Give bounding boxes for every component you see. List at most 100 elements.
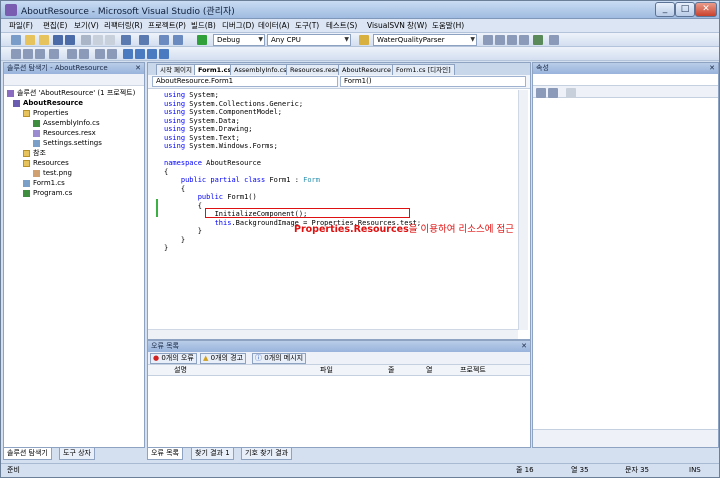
code-line[interactable]: using System.Drawing;: [164, 125, 253, 133]
maximize-button[interactable]: □: [675, 2, 695, 17]
menu-project[interactable]: 프로젝트(P): [148, 20, 186, 32]
properties-object-dropdown[interactable]: [533, 74, 718, 86]
code-line[interactable]: namespace AboutResource: [164, 159, 261, 167]
tree-node-program[interactable]: Program.cs: [23, 188, 72, 198]
paste-icon[interactable]: [105, 35, 115, 45]
code-line[interactable]: }: [164, 227, 202, 235]
column-description[interactable]: 설명: [174, 365, 187, 376]
tab-start-page[interactable]: 시작 페이지: [156, 64, 196, 75]
solution-platform-dropdown[interactable]: Any CPU ▼: [267, 34, 351, 46]
menu-debug[interactable]: 디버그(D): [222, 20, 254, 32]
tab-form1-designer[interactable]: Form1.cs [디자인]: [392, 64, 455, 75]
tree-node-references[interactable]: 참조: [23, 148, 46, 158]
menu-refactor[interactable]: 리팩터링(R): [104, 20, 143, 32]
copy-icon[interactable]: [93, 35, 103, 45]
start-page-icon[interactable]: [533, 35, 543, 45]
menu-build[interactable]: 빌드(B): [191, 20, 216, 32]
tree-node-resources-resx[interactable]: Resources.resx: [33, 128, 96, 138]
redo-icon[interactable]: [139, 35, 149, 45]
categorized-icon[interactable]: [536, 88, 546, 98]
find-in-files-icon[interactable]: [359, 35, 369, 45]
parameter-info-icon[interactable]: [23, 49, 33, 59]
save-all-icon[interactable]: [65, 35, 75, 45]
column-file[interactable]: 파일: [320, 365, 333, 376]
comment-out-icon[interactable]: [95, 49, 105, 59]
new-project-icon[interactable]: [11, 35, 21, 45]
code-line[interactable]: {: [164, 185, 185, 193]
errors-filter-button[interactable]: ● 0개의 오류: [150, 353, 197, 364]
properties-window-icon[interactable]: [495, 35, 505, 45]
type-dropdown[interactable]: AboutResource.Form1: [152, 76, 338, 87]
code-line[interactable]: using System.ComponentModel;: [164, 108, 282, 116]
alphabetical-icon[interactable]: [548, 88, 558, 98]
panel-close-icon[interactable]: ✕: [135, 63, 141, 74]
clear-bookmarks-icon[interactable]: [159, 49, 169, 59]
find-combo[interactable]: WaterQualityParser ▼: [373, 34, 477, 46]
menu-visualsvn[interactable]: VisualSVN: [367, 20, 405, 32]
panel-close-icon[interactable]: ✕: [709, 63, 715, 74]
tab-aboutresource[interactable]: AboutResource: [338, 64, 396, 75]
complete-word-icon[interactable]: [49, 49, 59, 59]
tab-find-symbol-results[interactable]: 기호 찾기 결과: [241, 448, 293, 460]
menu-tools[interactable]: 도구(T): [295, 20, 319, 32]
menu-window[interactable]: 창(W): [407, 20, 427, 32]
column-project[interactable]: 프로젝트: [460, 365, 486, 376]
more-tools-icon[interactable]: [549, 35, 559, 45]
column-line[interactable]: 줄: [388, 365, 394, 376]
code-line[interactable]: {: [164, 202, 202, 210]
open-file-icon[interactable]: [39, 35, 49, 45]
tab-find-results[interactable]: 찾기 결과 1: [191, 448, 234, 460]
code-line[interactable]: using System.Text;: [164, 134, 240, 142]
next-bookmark-icon[interactable]: [147, 49, 157, 59]
start-debug-icon[interactable]: [197, 35, 207, 45]
uncomment-icon[interactable]: [107, 49, 117, 59]
quick-info-icon[interactable]: [35, 49, 45, 59]
tree-node-settings[interactable]: Settings.settings: [33, 138, 102, 148]
display-member-list-icon[interactable]: [11, 49, 21, 59]
tab-resources-resx[interactable]: Resources.resx: [286, 64, 344, 75]
messages-filter-button[interactable]: ⓘ 0개의 메시지: [252, 353, 307, 364]
tree-node-properties[interactable]: Properties: [23, 108, 68, 118]
tab-toolbox[interactable]: 도구 상자: [59, 448, 95, 460]
navigate-forward-icon[interactable]: [173, 35, 183, 45]
cut-icon[interactable]: [81, 35, 91, 45]
column-column[interactable]: 열: [426, 365, 432, 376]
tree-node-form1[interactable]: Form1.cs: [23, 178, 65, 188]
tree-node-resources-folder[interactable]: Resources: [23, 158, 69, 168]
code-line[interactable]: using System.Data;: [164, 117, 240, 125]
navigate-back-icon[interactable]: [159, 35, 169, 45]
tree-node-project[interactable]: AboutResource: [13, 98, 83, 108]
add-item-icon[interactable]: [25, 35, 35, 45]
tree-node-test-png[interactable]: test.png: [33, 168, 72, 178]
code-line[interactable]: public Form1(): [164, 193, 257, 201]
toggle-bookmark-icon[interactable]: [123, 49, 133, 59]
solution-config-dropdown[interactable]: Debug ▼: [213, 34, 265, 46]
menu-view[interactable]: 보기(V): [74, 20, 99, 32]
member-dropdown[interactable]: Form1(): [340, 76, 526, 87]
menu-data[interactable]: 데이터(A): [258, 20, 290, 32]
code-line[interactable]: public partial class Form1 : Form: [164, 176, 320, 184]
code-line[interactable]: }: [164, 244, 168, 252]
tree-node-assemblyinfo[interactable]: AssemblyInfo.cs: [33, 118, 100, 128]
tree-node-solution[interactable]: 솔루션 'AboutResource' (1 프로젝트): [7, 88, 135, 98]
undo-icon[interactable]: [121, 35, 131, 45]
menu-file[interactable]: 파일(F): [9, 20, 33, 32]
previous-bookmark-icon[interactable]: [135, 49, 145, 59]
close-button[interactable]: ✕: [695, 2, 717, 17]
code-line[interactable]: {: [164, 168, 168, 176]
code-line[interactable]: using System;: [164, 91, 219, 99]
code-line[interactable]: }: [164, 236, 185, 244]
property-pages-icon[interactable]: [566, 88, 576, 98]
toolbox-icon[interactable]: [519, 35, 529, 45]
minimize-button[interactable]: _: [655, 2, 675, 17]
tab-solution-explorer[interactable]: 솔루션 탐색기: [3, 448, 52, 460]
panel-close-icon[interactable]: ✕: [521, 341, 527, 352]
warnings-filter-button[interactable]: ▲ 0개의 경고: [200, 353, 247, 364]
save-icon[interactable]: [53, 35, 63, 45]
menu-test[interactable]: 테스트(S): [326, 20, 357, 32]
decrease-indent-icon[interactable]: [67, 49, 77, 59]
vertical-scrollbar[interactable]: [518, 90, 528, 330]
code-line[interactable]: using System.Windows.Forms;: [164, 142, 278, 150]
tab-assemblyinfo-cs[interactable]: AssemblyInfo.cs: [230, 64, 291, 75]
menu-edit[interactable]: 편집(E): [43, 20, 67, 32]
